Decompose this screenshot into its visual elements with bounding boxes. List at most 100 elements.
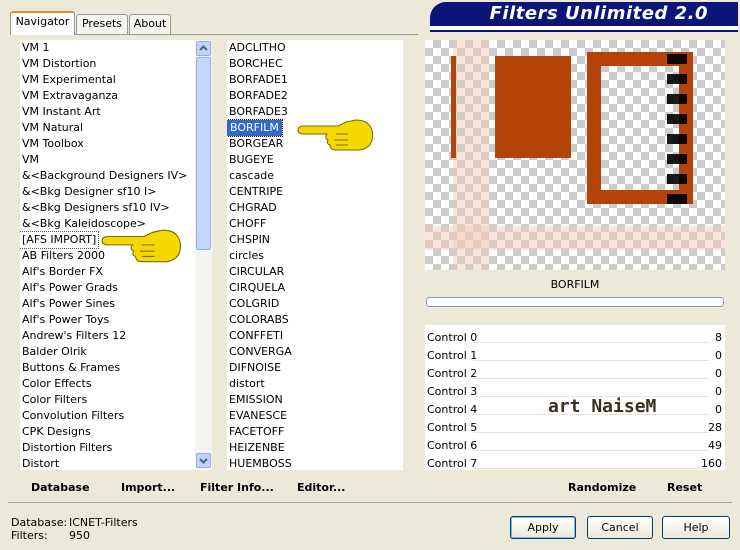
category-item[interactable]: [AFS IMPORT]: [20, 231, 100, 249]
app-title: Filters Unlimited 2.0: [489, 3, 708, 24]
database-button[interactable]: Database: [31, 481, 90, 494]
category-item[interactable]: Balder Olrik: [20, 344, 87, 360]
preview-center-block: [495, 56, 571, 158]
import-button[interactable]: Import...: [121, 481, 175, 494]
scroll-thumb[interactable]: [196, 57, 211, 250]
filter-item[interactable]: ADCLITHO: [227, 40, 286, 56]
reset-button[interactable]: Reset: [667, 481, 702, 494]
control-row[interactable]: Control 0 8: [425, 328, 725, 346]
control-value: 8: [715, 331, 722, 344]
filter-item[interactable]: BORCHEC: [227, 56, 283, 72]
tab-about[interactable]: About: [129, 14, 171, 34]
filter-item[interactable]: CIRQUELA: [227, 280, 285, 296]
filter-item[interactable]: COLGRID: [227, 296, 279, 312]
category-item[interactable]: VM Instant Art: [20, 104, 101, 120]
control-slider-track[interactable]: [473, 360, 709, 361]
control-slider-track[interactable]: [473, 432, 709, 433]
control-label: Control 0: [427, 331, 478, 344]
banner-stripe-lower: [430, 30, 738, 32]
category-item[interactable]: &<Background Designers IV>: [20, 168, 187, 184]
control-label: Control 1: [427, 349, 478, 362]
category-item[interactable]: &<Bkg Designer sf10 I>: [20, 184, 157, 200]
scroll-down-button[interactable]: [196, 453, 211, 468]
filter-item[interactable]: HUEMBOSS: [227, 456, 292, 470]
cancel-button[interactable]: Cancel: [587, 516, 653, 539]
category-item[interactable]: VM Experimental: [20, 72, 116, 88]
category-item[interactable]: &<Bkg Designers sf10 IV>: [20, 200, 170, 216]
filter-item[interactable]: FACETOFF: [227, 424, 284, 440]
scroll-up-button[interactable]: [196, 41, 211, 56]
category-item[interactable]: VM Toolbox: [20, 136, 84, 152]
status-database-label: Database:: [11, 516, 68, 529]
category-item[interactable]: Color Filters: [20, 392, 87, 408]
editor-button[interactable]: Editor...: [297, 481, 345, 494]
help-button[interactable]: Help: [662, 516, 730, 539]
category-item[interactable]: CPK Designs: [20, 424, 91, 440]
control-label: Control 6: [427, 439, 478, 452]
category-item[interactable]: Alf's Border FX: [20, 264, 103, 280]
filter-item[interactable]: BORGEAR: [227, 136, 283, 152]
filter-item[interactable]: BORFADE1: [227, 72, 288, 88]
filter-item[interactable]: CENTRIPE: [227, 184, 283, 200]
filter-item[interactable]: CHOFF: [227, 216, 266, 232]
control-slider-track[interactable]: [473, 450, 709, 451]
filter-item[interactable]: BORFILM: [227, 119, 283, 137]
filter-item[interactable]: DIFNOISE: [227, 360, 281, 376]
category-item[interactable]: VM Distortion: [20, 56, 96, 72]
randomize-button[interactable]: Randomize: [568, 481, 636, 494]
header-banner: Filters Unlimited 2.0: [430, 2, 738, 26]
filter-item[interactable]: CIRCULAR: [227, 264, 284, 280]
control-slider-track[interactable]: [473, 378, 709, 379]
category-item[interactable]: VM: [20, 152, 39, 168]
filter-item[interactable]: distort: [227, 376, 265, 392]
control-row[interactable]: Control 2 0: [425, 364, 725, 382]
category-item[interactable]: Distort: [20, 456, 59, 470]
control-label: Control 4: [427, 403, 478, 416]
filter-item[interactable]: CHSPIN: [227, 232, 270, 248]
filter-item[interactable]: CONFFETI: [227, 328, 283, 344]
apply-button[interactable]: Apply: [510, 516, 576, 539]
preview-frame-left: [587, 52, 601, 204]
control-row[interactable]: Control 1 0: [425, 346, 725, 364]
filter-item[interactable]: BUGEYE: [227, 152, 274, 168]
filter-item[interactable]: COLORABS: [227, 312, 289, 328]
control-row[interactable]: Control 7 160: [425, 454, 725, 472]
filter-item[interactable]: BORFADE2: [227, 88, 288, 104]
preview-left-bar: [451, 56, 456, 158]
category-item[interactable]: Distortion Filters: [20, 440, 112, 456]
filter-item[interactable]: cascade: [227, 168, 274, 184]
progress-bar: [426, 297, 724, 307]
preview-film-strip-horizontal: [425, 226, 725, 250]
category-item[interactable]: AB Filters 2000: [20, 248, 105, 264]
filter-info-button[interactable]: Filter Info...: [200, 481, 274, 494]
category-item[interactable]: Color Effects: [20, 376, 92, 392]
filter-item[interactable]: circles: [227, 248, 264, 264]
category-item[interactable]: Buttons & Frames: [20, 360, 120, 376]
control-value: 0: [715, 385, 722, 398]
filter-item[interactable]: EVANESCE: [227, 408, 287, 424]
control-slider-track[interactable]: [473, 468, 709, 469]
filter-item[interactable]: CHGRAD: [227, 200, 277, 216]
control-label: Control 3: [427, 385, 478, 398]
filter-item[interactable]: EMISSION: [227, 392, 283, 408]
category-item[interactable]: VM 1: [20, 40, 50, 56]
category-item[interactable]: Alf's Power Toys: [20, 312, 109, 328]
category-item[interactable]: VM Natural: [20, 120, 83, 136]
control-row[interactable]: Control 6 49: [425, 436, 725, 454]
category-item[interactable]: Convolution Filters: [20, 408, 124, 424]
tab-navigator[interactable]: Navigator: [10, 11, 75, 35]
control-value: 0: [715, 349, 722, 362]
control-label: Control 2: [427, 367, 478, 380]
category-item[interactable]: Alf's Power Grads: [20, 280, 118, 296]
filter-list[interactable]: ADCLITHO BORCHEC BORFADE1 BORFADE2 BORFADE3 B…: [227, 40, 403, 470]
category-item[interactable]: VM Extravaganza: [20, 88, 118, 104]
category-item[interactable]: Alf's Power Sines: [20, 296, 115, 312]
filter-item[interactable]: HEIZENBE: [227, 440, 285, 456]
tab-presets[interactable]: Presets: [76, 14, 128, 34]
category-scrollbar[interactable]: [195, 40, 212, 470]
filter-item[interactable]: CONVERGA: [227, 344, 292, 360]
category-item[interactable]: Andrew's Filters 12: [20, 328, 126, 344]
control-row[interactable]: Control 5 28: [425, 418, 725, 436]
control-slider-track[interactable]: [473, 342, 709, 343]
filter-item[interactable]: BORFADE3: [227, 104, 288, 120]
